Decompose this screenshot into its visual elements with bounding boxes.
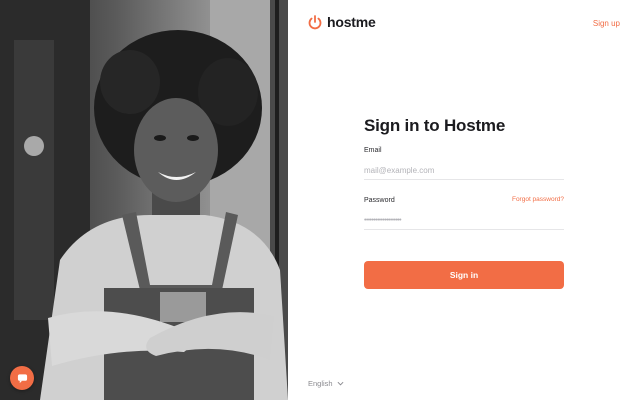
password-field[interactable]: •••••••••••••••••••• [364, 212, 564, 230]
password-label: Password [364, 197, 395, 204]
hero-illustration [0, 0, 288, 400]
signin-button[interactable]: Sign in [364, 261, 564, 289]
power-icon [308, 14, 322, 29]
chat-launcher-button[interactable] [10, 366, 34, 390]
forgot-password-link[interactable]: Forgot password? [512, 196, 564, 203]
brand-logo[interactable]: hostme [308, 14, 376, 30]
language-label: English [308, 379, 333, 388]
language-selector[interactable]: English [308, 379, 344, 388]
email-field[interactable] [364, 162, 564, 180]
brand-name: hostme [327, 14, 376, 30]
hero-photo [0, 0, 288, 400]
page-title: Sign in to Hostme [364, 116, 506, 135]
signup-link[interactable]: Sign up [593, 19, 620, 28]
chevron-down-icon [337, 381, 344, 386]
email-label: Email [364, 147, 382, 154]
chat-icon [17, 373, 27, 383]
signin-form: Sign in to Hostme Email Password Forgot … [364, 116, 564, 289]
